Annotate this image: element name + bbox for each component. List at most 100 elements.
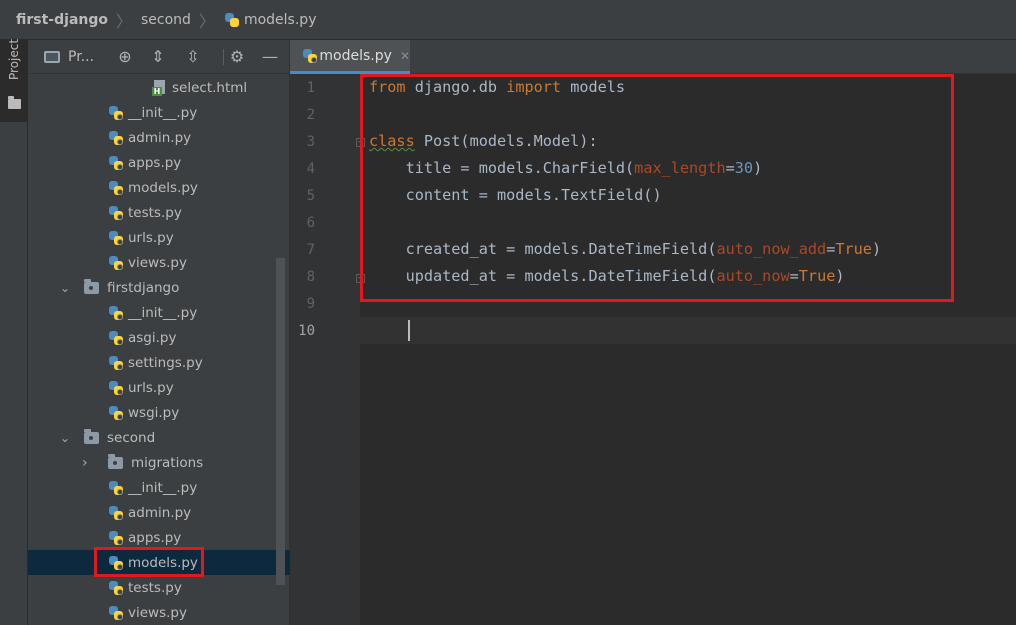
line-number: 4: [306, 161, 315, 177]
python-file-icon: [108, 505, 124, 521]
python-file-icon: [108, 330, 124, 346]
chevron-down-icon[interactable]: ⌄: [60, 431, 70, 445]
tree-item-file[interactable]: __init__.py: [28, 300, 290, 325]
expand-all-icon[interactable]: ⇕: [149, 48, 167, 66]
tree-item-label: asgi.py: [128, 329, 177, 346]
python-file-icon: [108, 105, 124, 121]
tree-item-file[interactable]: admin.py: [28, 500, 290, 525]
tree-item-file[interactable]: tests.py: [28, 575, 290, 600]
python-file-icon: [108, 305, 124, 321]
header-divider: [223, 49, 224, 65]
locate-icon[interactable]: ⊕: [116, 48, 134, 66]
tree-item-label: select.html: [172, 79, 248, 96]
python-file-icon: [108, 530, 124, 546]
tree-item-folder[interactable]: ⌄ second: [28, 425, 290, 450]
package-folder-icon: [108, 453, 123, 469]
python-file-icon: [224, 12, 240, 28]
python-file-icon: [108, 355, 124, 371]
project-panel-title[interactable]: Pr...: [68, 49, 94, 65]
highlight-box-code: [360, 74, 954, 302]
editor-tab-models[interactable]: models.py ✕: [290, 40, 410, 74]
breadcrumb-file-label: models.py: [243, 11, 317, 28]
tree-item-file[interactable]: models.py: [28, 175, 290, 200]
python-file-icon: [302, 48, 317, 64]
tree-item-file[interactable]: asgi.py: [28, 325, 290, 350]
tree-item-label: __init__.py: [128, 479, 198, 496]
tree-item-label: views.py: [128, 604, 187, 621]
tree-item-label: settings.py: [128, 354, 203, 371]
tree-item-folder[interactable]: ⌄ firstdjango: [28, 275, 290, 300]
minimize-icon[interactable]: —: [261, 48, 279, 66]
python-file-icon: [108, 480, 124, 496]
line-number: 9: [306, 296, 315, 312]
breadcrumb-separator-icon: 〉: [116, 11, 133, 31]
line-number-gutter: 1 2 3 4 5 6 7 8 9 10 − −: [290, 74, 365, 625]
tree-item-file[interactable]: settings.py: [28, 350, 290, 375]
package-folder-icon: [84, 428, 99, 444]
line-number-current: 10: [298, 323, 315, 339]
project-tool-tab[interactable]: Project: [0, 38, 27, 122]
highlight-box-tree: [94, 547, 204, 577]
breadcrumb-separator-icon: 〉: [198, 11, 215, 31]
project-tree-scrollbar[interactable]: [276, 258, 285, 585]
folder-icon: [8, 96, 21, 109]
package-folder-icon: [84, 278, 99, 294]
line-number: 7: [306, 242, 315, 258]
tree-item-folder[interactable]: › migrations: [28, 450, 290, 475]
breadcrumb: first-django 〉 second 〉 models.py: [0, 0, 1016, 40]
html-file-icon: H: [152, 79, 168, 96]
python-file-icon: [108, 180, 124, 196]
text-caret: [408, 320, 410, 341]
tree-item-file[interactable]: H select.html: [28, 75, 290, 100]
tree-item-file[interactable]: urls.py: [28, 375, 290, 400]
line-number: 3: [306, 134, 315, 150]
tree-item-file[interactable]: __init__.py: [28, 100, 290, 125]
tree-item-label: models.py: [128, 179, 198, 196]
project-panel: Pr... ⊕ ⇕ ⇳ ⚙ — H select.html __init__.p…: [28, 40, 290, 625]
tree-item-file[interactable]: admin.py: [28, 125, 290, 150]
line-number: 1: [306, 80, 315, 96]
tree-item-label: views.py: [128, 254, 187, 271]
tree-item-file[interactable]: urls.py: [28, 225, 290, 250]
python-file-icon: [108, 255, 124, 271]
python-file-icon: [108, 580, 124, 596]
project-tool-tab-label: Project: [7, 38, 21, 80]
tree-item-label: apps.py: [128, 529, 182, 546]
python-file-icon: [108, 230, 124, 246]
tree-item-file[interactable]: __init__.py: [28, 475, 290, 500]
tree-item-label: second: [107, 429, 156, 446]
python-file-icon: [108, 405, 124, 421]
collapse-all-icon[interactable]: ⇳: [184, 48, 202, 66]
python-file-icon: [108, 605, 124, 621]
current-line-highlight: [360, 317, 1016, 344]
tree-item-file[interactable]: wsgi.py: [28, 400, 290, 425]
chevron-right-icon[interactable]: ›: [82, 455, 88, 471]
tree-item-label: tests.py: [128, 579, 182, 596]
project-panel-header: Pr... ⊕ ⇕ ⇳ ⚙ —: [28, 40, 289, 74]
breadcrumb-project[interactable]: first-django: [16, 12, 108, 28]
tree-item-file[interactable]: views.py: [28, 600, 290, 625]
gear-icon[interactable]: ⚙: [228, 48, 246, 66]
breadcrumb-file[interactable]: models.py: [224, 11, 317, 28]
tree-item-label: __init__.py: [128, 104, 198, 121]
tree-item-label: migrations: [131, 454, 204, 471]
tool-window-strip: Project: [0, 38, 28, 625]
tree-item-label: apps.py: [128, 154, 182, 171]
editor-tab-bar: models.py ✕: [290, 40, 1016, 74]
tree-item-label: urls.py: [128, 229, 174, 246]
tree-item-file[interactable]: apps.py: [28, 150, 290, 175]
tree-item-label: admin.py: [128, 129, 192, 146]
tree-item-file[interactable]: views.py: [28, 250, 290, 275]
close-icon[interactable]: ✕: [400, 49, 410, 63]
editor-tab-label: models.py: [319, 47, 392, 64]
tree-item-file[interactable]: tests.py: [28, 200, 290, 225]
line-number: 5: [306, 188, 315, 204]
tree-item-label: admin.py: [128, 504, 192, 521]
line-number: 2: [306, 107, 315, 123]
tree-item-label: firstdjango: [107, 279, 180, 296]
breadcrumb-folder[interactable]: second: [141, 12, 191, 28]
tree-item-label: tests.py: [128, 204, 182, 221]
python-file-icon: [108, 155, 124, 171]
chevron-down-icon[interactable]: ⌄: [60, 281, 70, 295]
python-file-icon: [108, 205, 124, 221]
